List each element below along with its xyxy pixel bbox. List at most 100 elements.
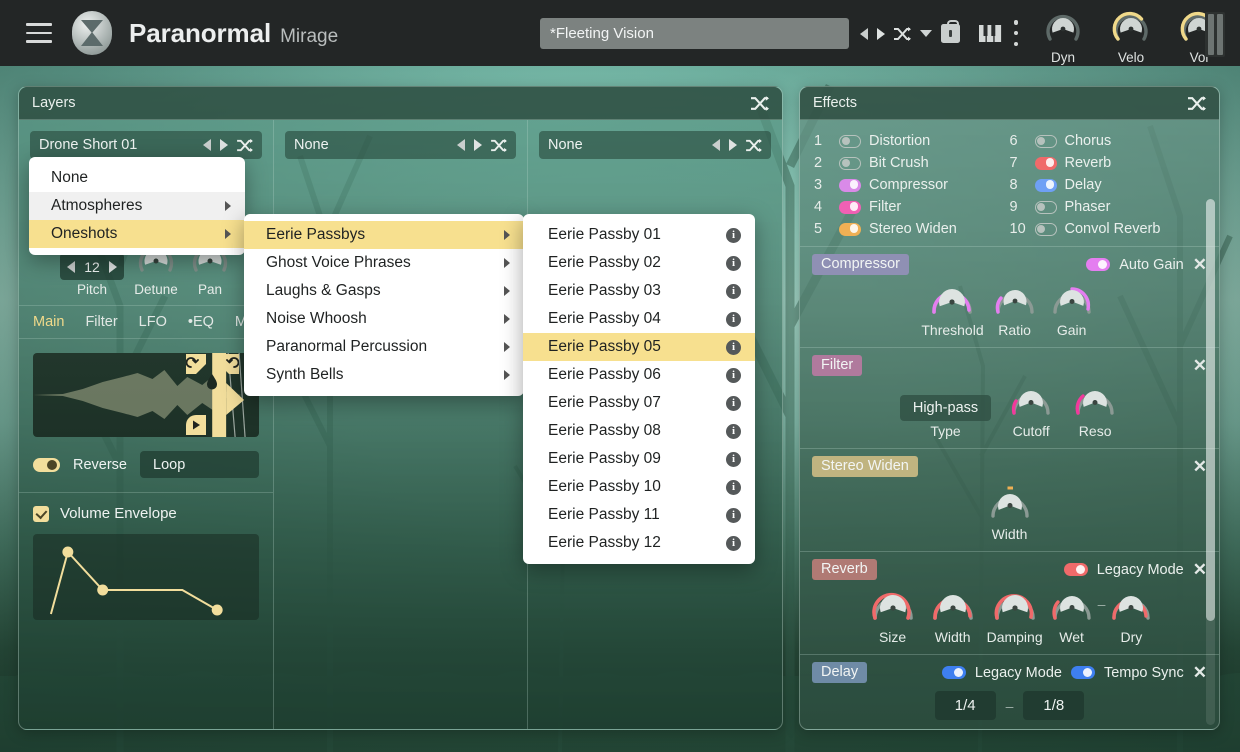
preset-name-field[interactable]: *Fleeting Vision	[540, 18, 849, 49]
reverb-legacy-mode-toggle[interactable]	[1064, 563, 1088, 576]
close-icon[interactable]: ✕	[1193, 458, 1207, 475]
volume-envelope-graph[interactable]	[33, 534, 259, 620]
reso-knob[interactable]: Reso	[1071, 380, 1119, 439]
tab-main[interactable]: Main	[33, 314, 64, 330]
info-icon[interactable]: i	[726, 340, 741, 355]
tab-filter[interactable]: Filter	[85, 314, 117, 330]
delay-time-left[interactable]: 1/4	[935, 691, 996, 720]
info-icon[interactable]: i	[726, 452, 741, 467]
layer-1-prev-icon[interactable]	[203, 139, 211, 151]
layer-2-select[interactable]: None	[285, 131, 516, 159]
effect-slot-toggle[interactable]	[839, 179, 861, 192]
delay-legacy-mode-toggle[interactable]	[942, 666, 966, 679]
effects-scrollbar[interactable]	[1206, 199, 1215, 725]
menu-item-laughs-and-gasps[interactable]: Laughs & Gasps	[244, 277, 524, 305]
menu-item-synth-bells[interactable]: Synth Bells	[244, 361, 524, 389]
info-icon[interactable]: i	[726, 508, 741, 523]
shuffle-icon[interactable]	[491, 139, 507, 152]
info-icon[interactable]: i	[726, 536, 741, 551]
effect-slot-9[interactable]: 9 Phaser	[1010, 196, 1206, 218]
layer-2-next-icon[interactable]	[474, 139, 482, 151]
info-icon[interactable]: i	[726, 284, 741, 299]
info-icon[interactable]: i	[726, 312, 741, 327]
menu-item-eerie-passby-05[interactable]: Eerie Passby 05 i	[523, 333, 755, 361]
shuffle-icon[interactable]	[894, 27, 911, 41]
reverb-width-knob[interactable]: Width	[924, 584, 982, 645]
effect-slot-4[interactable]: 4 Filter	[814, 196, 1010, 218]
width-knob[interactable]: Width	[986, 481, 1034, 542]
reverse-toggle[interactable]	[33, 458, 60, 472]
info-icon[interactable]: i	[726, 256, 741, 271]
effect-slot-7[interactable]: 7 Reverb	[1010, 152, 1206, 174]
menu-item-eerie-passby-04[interactable]: Eerie Passby 04 i	[523, 305, 755, 333]
pitch-increment-icon[interactable]	[109, 261, 117, 273]
effect-slot-toggle[interactable]	[1035, 179, 1057, 192]
cutoff-knob[interactable]: Cutoff	[1007, 380, 1055, 439]
layer-1-select[interactable]: Drone Short 01	[30, 131, 262, 159]
info-icon[interactable]: i	[726, 228, 741, 243]
menu-item-eerie-passbys[interactable]: Eerie Passbys	[244, 221, 524, 249]
delay-time-right[interactable]: 1/8	[1023, 691, 1084, 720]
delay-tempo-sync-toggle[interactable]	[1071, 666, 1095, 679]
menu-item-noise-whoosh[interactable]: Noise Whoosh	[244, 305, 524, 333]
pitch-stepper[interactable]: 12 Pitch	[60, 253, 124, 297]
effects-scrollbar-thumb[interactable]	[1206, 199, 1215, 621]
next-preset-icon[interactable]	[877, 28, 885, 40]
auto-gain-toggle[interactable]	[1086, 258, 1110, 271]
close-icon[interactable]: ✕	[1193, 256, 1207, 273]
effect-slot-toggle[interactable]	[839, 201, 861, 214]
chevron-down-icon[interactable]	[920, 30, 932, 37]
effect-slot-toggle[interactable]	[839, 135, 861, 148]
effect-slot-10[interactable]: 10 Convol Reverb	[1010, 218, 1206, 240]
drop-marker-icon[interactable]	[205, 374, 219, 390]
effect-slot-toggle[interactable]	[839, 157, 861, 170]
effect-slot-toggle[interactable]	[1035, 223, 1057, 236]
effect-slot-2[interactable]: 2 Bit Crush	[814, 152, 1010, 174]
menu-item-atmospheres[interactable]: Atmospheres	[29, 192, 245, 220]
menu-item-paranormal-percussion[interactable]: Paranormal Percussion	[244, 333, 524, 361]
filter-type-value[interactable]: High-pass	[900, 395, 991, 421]
effect-slot-toggle[interactable]	[1035, 201, 1057, 214]
info-icon[interactable]: i	[726, 480, 741, 495]
loop-mode-select[interactable]: Loop	[140, 451, 259, 478]
effect-slot-toggle[interactable]	[1035, 157, 1057, 170]
play-marker-icon[interactable]	[186, 415, 206, 435]
menu-item-eerie-passby-02[interactable]: Eerie Passby 02 i	[523, 249, 755, 277]
effect-slot-toggle[interactable]	[839, 223, 861, 236]
piano-keys-icon[interactable]	[977, 20, 1003, 46]
hamburger-icon[interactable]	[26, 23, 52, 43]
reverb-damping-knob[interactable]: Damping	[984, 584, 1046, 645]
loop-start-icon[interactable]	[186, 354, 206, 374]
tab-lfo[interactable]: LFO	[139, 314, 167, 330]
shuffle-icon[interactable]	[237, 139, 253, 152]
menu-item-eerie-passby-07[interactable]: Eerie Passby 07 i	[523, 389, 755, 417]
shuffle-icon[interactable]	[751, 96, 769, 111]
info-icon[interactable]: i	[726, 396, 741, 411]
info-icon[interactable]: i	[726, 368, 741, 383]
close-icon[interactable]: ✕	[1193, 664, 1207, 681]
layer-2-prev-icon[interactable]	[457, 139, 465, 151]
layer-3-prev-icon[interactable]	[712, 139, 720, 151]
reverb-dry-knob[interactable]: Dry	[1107, 584, 1155, 645]
volume-envelope-checkbox[interactable]	[33, 506, 49, 522]
menu-item-eerie-passby-01[interactable]: Eerie Passby 01 i	[523, 221, 755, 249]
threshold-knob[interactable]: Threshold	[921, 279, 983, 338]
shuffle-icon[interactable]	[746, 139, 762, 152]
layer-1-next-icon[interactable]	[220, 139, 228, 151]
effect-slot-5[interactable]: 5 Stereo Widen	[814, 218, 1010, 240]
shuffle-icon[interactable]	[1188, 96, 1206, 111]
reverb-wet-knob[interactable]: Wet	[1048, 584, 1096, 645]
header-knob-velo[interactable]: Velo	[1106, 8, 1156, 67]
menu-item-eerie-passby-11[interactable]: Eerie Passby 11 i	[523, 501, 755, 529]
ratio-knob[interactable]: Ratio	[992, 279, 1038, 338]
header-knob-dyn[interactable]: Dyn	[1038, 8, 1088, 67]
filter-type-control[interactable]: High-pass Type	[900, 395, 991, 439]
pitch-decrement-icon[interactable]	[67, 261, 75, 273]
layer-3-select[interactable]: None	[539, 131, 771, 159]
close-icon[interactable]: ✕	[1193, 357, 1207, 374]
effect-slot-6[interactable]: 6 Chorus	[1010, 130, 1206, 152]
menu-item-eerie-passby-03[interactable]: Eerie Passby 03 i	[523, 277, 755, 305]
menu-item-none[interactable]: None	[29, 164, 245, 192]
info-icon[interactable]: i	[726, 424, 741, 439]
menu-item-eerie-passby-06[interactable]: Eerie Passby 06 i	[523, 361, 755, 389]
